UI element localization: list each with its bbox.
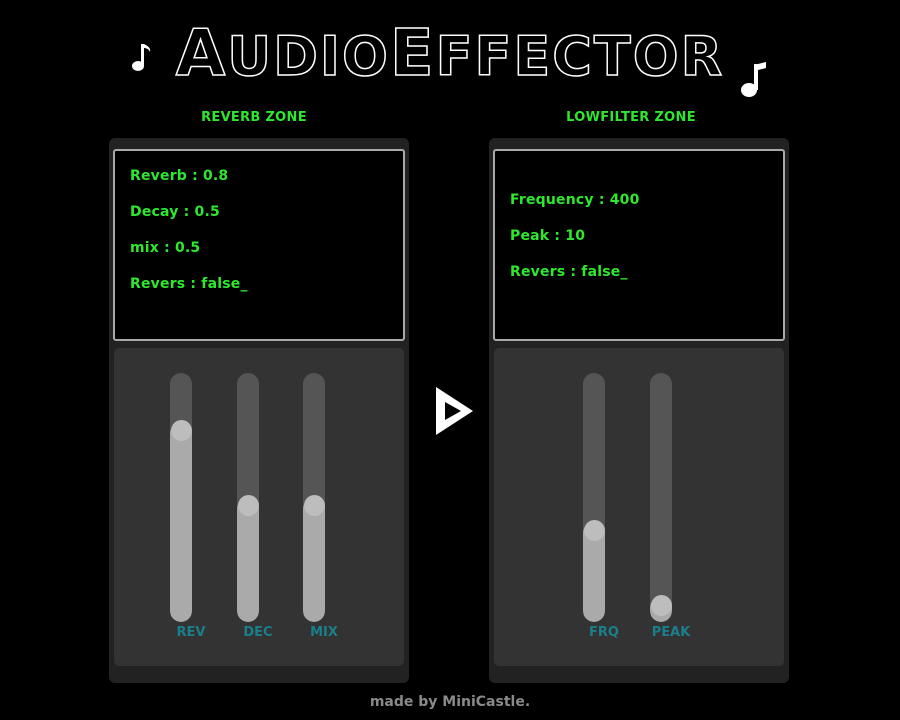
frequency-value-line: Frequency : 400 <box>510 192 640 208</box>
slider-knob[interactable] <box>650 594 672 616</box>
slider-label: DEC <box>243 625 273 640</box>
reverse-value-line: Revers : false_ <box>130 276 248 292</box>
reverb-display: Reverb : 0.8 Decay : 0.5 mix : 0.5 Rever… <box>113 149 405 341</box>
lowfilter-slider-area: FRQ PEAK <box>494 348 784 666</box>
mix-value-line: mix : 0.5 <box>130 240 201 256</box>
slider-knob[interactable] <box>583 519 605 541</box>
slider-label: REV <box>176 625 206 640</box>
slider-fill <box>303 497 325 622</box>
slider-label: FRQ <box>589 625 619 640</box>
reverb-zone-label: REVERB ZONE <box>201 110 307 125</box>
lowfilter-zone-label: LOWFILTER ZONE <box>566 110 696 125</box>
reverb-value-line: Reverb : 0.8 <box>130 168 229 184</box>
slider-knob[interactable] <box>170 420 192 442</box>
slider-label: MIX <box>310 625 338 640</box>
slider-fill <box>170 422 192 622</box>
app-header: AUDIOEFFECTOR <box>0 18 900 98</box>
slider-fill <box>237 497 259 622</box>
slider-label: PEAK <box>651 625 691 640</box>
reverb-slider-area: REV DEC MIX <box>114 348 404 666</box>
lowfilter-display: Frequency : 400 Peak : 10 Revers : false… <box>493 149 785 341</box>
decay-value-line: Decay : 0.5 <box>130 204 220 220</box>
slider-track[interactable] <box>583 373 605 622</box>
play-icon[interactable] <box>433 384 477 438</box>
music-note-icon <box>741 62 766 97</box>
footer-credit: made by MiniCastle. <box>369 694 531 710</box>
slider-knob[interactable] <box>303 495 325 516</box>
lowfilter-panel: Frequency : 400 Peak : 10 Revers : false… <box>489 138 789 683</box>
reverb-panel: Reverb : 0.8 Decay : 0.5 mix : 0.5 Rever… <box>109 138 409 683</box>
slider-knob[interactable] <box>237 495 259 516</box>
slider-track[interactable] <box>650 373 672 622</box>
slider-track[interactable] <box>170 373 192 622</box>
peak-value-line: Peak : 10 <box>510 228 586 244</box>
reverse-value-line: Revers : false_ <box>510 264 628 280</box>
